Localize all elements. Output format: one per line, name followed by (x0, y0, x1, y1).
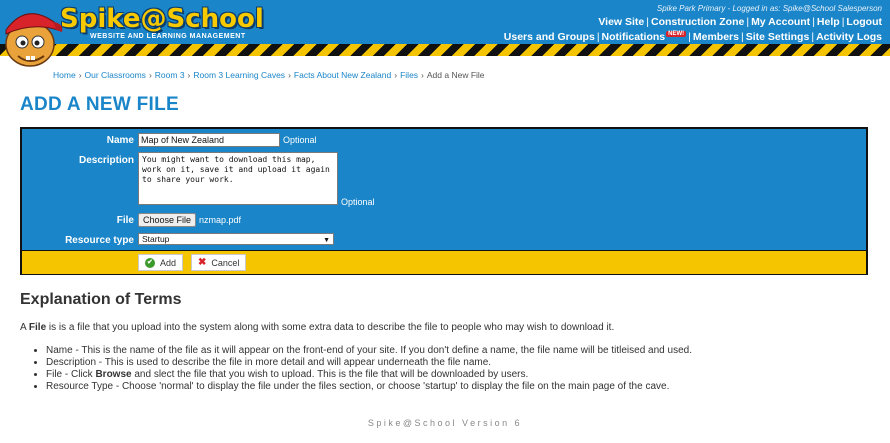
close-icon: ✖ (198, 257, 207, 268)
list-item-resource-type: Resource Type - Choose 'normal' to displ… (46, 381, 692, 393)
mascot-icon (5, 13, 63, 67)
file-label: File (116, 215, 134, 226)
site-logo[interactable]: Spike@School WEBSITE AND LEARNING MANAGE… (60, 6, 264, 40)
name-label: Name (106, 135, 134, 146)
add-button-label: Add (159, 257, 176, 268)
nav-view-site[interactable]: View Site (598, 16, 644, 28)
checkmark-icon: ✔ (145, 257, 155, 268)
list-item-name: Name - This is the name of the file as i… (46, 345, 692, 357)
nav-construction-zone[interactable]: Construction Zone (651, 16, 744, 28)
nav-activity-logs[interactable]: Activity Logs (816, 31, 882, 43)
nav-logout[interactable]: Logout (846, 16, 882, 28)
breadcrumb-files[interactable]: Files (400, 70, 418, 80)
list-item-file: File - Click Browse and slect the file t… (46, 369, 692, 381)
breadcrumb-current: Add a New File (426, 70, 485, 80)
selected-file-name: nzmap.pdf (199, 215, 242, 225)
nav-notifications[interactable]: Notifications (602, 31, 666, 43)
logged-in-info: Spike Park Primary - Logged in as: Spike… (656, 4, 882, 13)
logo-text: Spike@School (60, 4, 264, 34)
breadcrumb-room-3[interactable]: Room 3 (155, 70, 185, 80)
name-input[interactable]: Map of New Zealand (138, 133, 280, 147)
nav-members[interactable]: Members (693, 31, 739, 43)
logo-subtitle: WEBSITE AND LEARNING MANAGEMENT (90, 33, 246, 40)
cancel-button-label: Cancel (211, 257, 240, 268)
page-title: ADD A NEW FILE (20, 94, 180, 115)
nav-help[interactable]: Help (817, 16, 840, 28)
choose-file-button[interactable]: Choose File (138, 213, 197, 227)
resource-type-select[interactable]: Startup ▼ (138, 233, 334, 245)
resource-type-value: Startup (142, 234, 170, 244)
top-nav-row-1: View Site | Construction Zone | My Account | H… (598, 16, 882, 28)
resource-type-label: Resource type (65, 235, 134, 246)
footer-version: Spike@School Version 6 (367, 418, 523, 428)
chevron-down-icon: ▼ (323, 237, 330, 244)
nav-my-account[interactable]: My Account (751, 16, 810, 28)
nav-users-and-groups[interactable]: Users and Groups (504, 31, 595, 43)
hazard-stripes (0, 44, 890, 56)
description-label: Description (78, 155, 134, 166)
nav-site-settings[interactable]: Site Settings (746, 31, 810, 43)
explanation-intro: A File is is a file that you upload into… (20, 322, 615, 333)
cancel-button[interactable]: ✖ Cancel (191, 254, 246, 271)
add-file-form: Name Map of New Zealand Optional Descrip… (20, 127, 868, 275)
add-button[interactable]: ✔ Add (138, 254, 183, 271)
explanation-list: Name - This is the name of the file as i… (34, 345, 692, 393)
breadcrumb-learning-caves[interactable]: Room 3 Learning Caves (193, 70, 285, 80)
list-item-description: Description - This is used to describe t… (46, 357, 692, 369)
top-nav-row-2: Users and Groups | Notifications NEW! | Membe… (503, 31, 882, 43)
explanation-title: Explanation of Terms (20, 291, 182, 308)
breadcrumb: Home › Our Classrooms › Room 3 › Room 3 Learni… (53, 70, 485, 80)
breadcrumb-our-classrooms[interactable]: Our Classrooms (85, 70, 146, 80)
description-textarea[interactable]: You might want to download this map, wor… (138, 152, 338, 205)
description-optional-hint: Optional (341, 197, 375, 207)
name-optional-hint: Optional (283, 135, 317, 145)
form-fields-area: Name Map of New Zealand Optional Descrip… (22, 129, 866, 250)
breadcrumb-facts-nz[interactable]: Facts About New Zealand (294, 70, 391, 80)
new-badge: NEW! (666, 31, 687, 37)
